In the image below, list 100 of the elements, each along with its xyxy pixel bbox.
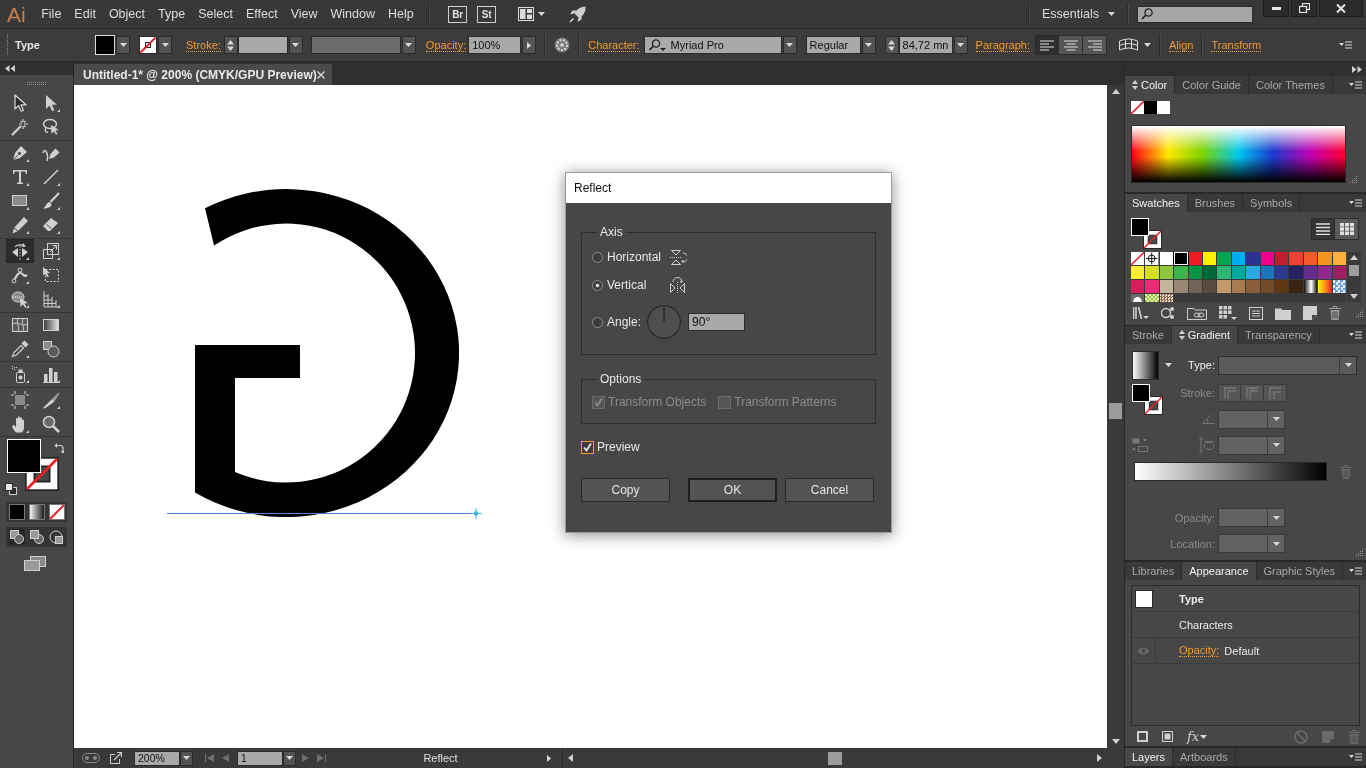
transform-panel-link[interactable]: Transform	[1211, 38, 1262, 52]
app-launch-button[interactable]: Br	[448, 5, 468, 23]
none-swatch[interactable]	[1131, 101, 1144, 114]
tool-button[interactable]	[6, 238, 34, 263]
menu-item[interactable]: View	[284, 4, 324, 24]
color-swatch[interactable]	[1275, 280, 1289, 293]
font-family-field[interactable]: Myriad Pro	[643, 36, 782, 54]
color-swatch[interactable]	[1231, 266, 1246, 279]
draw-mode-button[interactable]	[28, 529, 45, 546]
panel-menu-icon[interactable]	[1349, 81, 1362, 89]
scrollbar-thumb[interactable]	[1349, 264, 1359, 276]
grid-menu-icon[interactable]	[1219, 306, 1237, 320]
color-wheel-icon[interactable]	[554, 37, 571, 53]
gradient-swatch[interactable]	[1303, 280, 1318, 293]
document-tab[interactable]: Untitled-1* @ 200% (CMYK/GPU Preview)	[74, 64, 332, 85]
color-swatch[interactable]	[1260, 280, 1274, 293]
dropdown-button[interactable]	[782, 36, 797, 54]
stepper-button[interactable]	[884, 36, 899, 54]
color-swatch[interactable]	[1246, 252, 1260, 265]
character-panel-link[interactable]: Character:	[588, 38, 640, 52]
dropdown-button[interactable]	[401, 36, 416, 54]
menu-item[interactable]: Edit	[67, 4, 103, 24]
checkbox[interactable]	[581, 440, 594, 454]
color-swatch[interactable]	[1174, 280, 1188, 293]
color-swatch[interactable]	[1318, 252, 1332, 265]
fill-square-icon[interactable]	[1162, 731, 1173, 742]
menu-item[interactable]: File	[34, 4, 68, 24]
scroll-right-icon[interactable]	[1097, 754, 1102, 762]
color-swatch[interactable]	[1174, 252, 1188, 265]
panel-tab[interactable]: Stroke	[1125, 326, 1172, 344]
resize-grip-icon[interactable]	[1355, 548, 1363, 556]
double-chevron-icon[interactable]	[1352, 65, 1362, 73]
paragraph-panel-link[interactable]: Paragraph:	[975, 38, 1030, 52]
solid-fill-mode-icon[interactable]	[9, 504, 25, 521]
envelope-warp-button[interactable]	[1119, 38, 1138, 52]
opacity-link[interactable]: Opacity:	[1179, 644, 1220, 657]
dropdown-button[interactable]	[158, 36, 172, 54]
stepper-button[interactable]	[223, 36, 238, 54]
app-launch-button[interactable]: St	[477, 5, 497, 23]
search-field[interactable]	[1137, 5, 1253, 23]
stroke-square-icon[interactable]	[1137, 731, 1148, 742]
panel-tab[interactable]: Transparency	[1238, 326, 1320, 344]
menu-item[interactable]: Effect	[239, 4, 285, 24]
dropdown-button[interactable]	[861, 36, 876, 54]
panel-tab[interactable]: Artboards	[1173, 748, 1236, 766]
dropdown-button[interactable]	[116, 36, 130, 54]
panel-tab[interactable]: Gradient	[1171, 326, 1238, 344]
pattern-swatch[interactable]	[1159, 294, 1174, 302]
list-options-icon[interactable]	[1249, 306, 1263, 320]
color-swatch[interactable]	[1157, 101, 1170, 114]
view-toggle-button[interactable]	[1335, 218, 1359, 240]
menu-item[interactable]: Type	[151, 4, 192, 24]
scroll-up-icon[interactable]	[1350, 255, 1358, 260]
rocket-icon[interactable]	[569, 5, 587, 23]
effects-button[interactable]: fx	[1187, 729, 1208, 744]
panel-menu-icon[interactable]	[1349, 331, 1362, 339]
dialog-button[interactable]: Copy	[581, 478, 670, 502]
radio-button[interactable]	[592, 316, 603, 328]
alignment-button[interactable]	[1059, 35, 1083, 55]
stroke-none-swatch[interactable]	[139, 36, 157, 54]
opacity-panel-link[interactable]: Opacity:	[425, 38, 467, 52]
stroke-weight-field[interactable]	[237, 36, 288, 54]
draw-mode-button[interactable]	[48, 529, 64, 546]
trash-icon[interactable]	[1329, 306, 1341, 320]
scroll-down-icon[interactable]	[1111, 739, 1120, 744]
menu-item[interactable]: Select	[191, 4, 240, 24]
color-spectrum[interactable]	[1131, 125, 1346, 183]
swatch-scrollbar[interactable]	[1347, 252, 1361, 302]
opacity-slider-button[interactable]	[522, 36, 537, 54]
color-swatch[interactable]	[1231, 280, 1246, 293]
double-chevron-icon[interactable]	[5, 65, 15, 72]
panel-tab[interactable]: Graphic Styles	[1256, 562, 1344, 580]
color-swatch[interactable]	[1217, 280, 1231, 293]
color-swatch[interactable]	[1289, 252, 1303, 265]
color-swatch[interactable]	[1203, 280, 1217, 293]
close-icon[interactable]	[316, 70, 325, 79]
color-swatch[interactable]	[1318, 266, 1332, 279]
pattern-swatch[interactable]	[1145, 294, 1159, 302]
panel-tab[interactable]: Color Themes	[1249, 76, 1333, 94]
grip-icon[interactable]	[6, 34, 9, 56]
scroll-up-icon[interactable]	[1111, 89, 1120, 94]
alignment-button[interactable]	[1083, 35, 1107, 55]
appearance-item[interactable]: Characters	[1156, 618, 1359, 631]
gradient-swatch[interactable]	[1318, 280, 1332, 293]
color-swatch[interactable]	[1188, 266, 1202, 279]
pattern-swatch[interactable]	[1332, 280, 1346, 293]
opacity-field[interactable]: 100%	[468, 36, 522, 54]
workspace-switcher[interactable]: Essentials	[1042, 4, 1115, 24]
swap-arrows-icon[interactable]	[54, 442, 64, 455]
resize-grip-icon[interactable]	[1355, 309, 1363, 317]
menu-item[interactable]: Help	[381, 4, 421, 24]
panel-menu-icon[interactable]	[1349, 753, 1362, 761]
color-swatch[interactable]	[1145, 280, 1159, 293]
color-swatch[interactable]	[1145, 266, 1159, 279]
stroke-panel-link[interactable]: Stroke:	[186, 38, 221, 52]
radio-button[interactable]	[592, 279, 603, 291]
fill-swatch[interactable]	[95, 35, 115, 55]
color-swatch[interactable]	[1246, 280, 1260, 293]
dropdown-button[interactable]	[180, 750, 193, 766]
color-swatch[interactable]	[1332, 266, 1346, 279]
